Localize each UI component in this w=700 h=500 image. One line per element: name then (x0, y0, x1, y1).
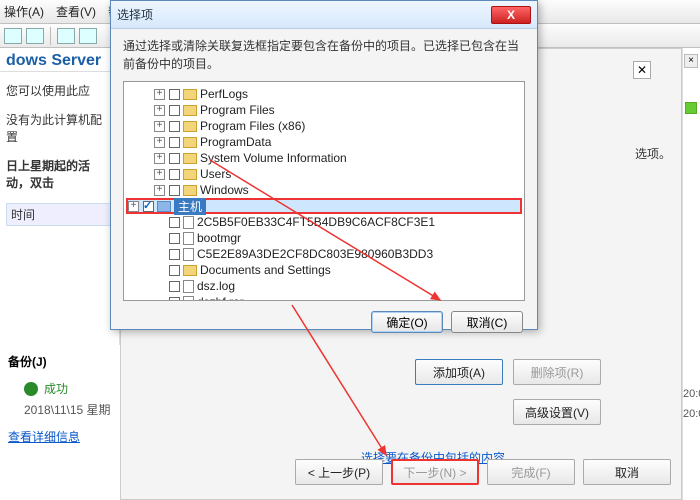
tree-item-windows[interactable]: +Windows (126, 182, 522, 198)
dialog-ok-button[interactable]: 确定(O) (371, 311, 443, 333)
items-tree[interactable]: +PerfLogs +Program Files +Program Files … (123, 81, 525, 301)
toolbar-separator (50, 27, 51, 45)
tree-item-hash2[interactable]: C5E2E89A3DE2CF8DC803E980960B3DD3 (126, 246, 522, 262)
prev-button[interactable]: < 上一步(P) (295, 459, 383, 485)
status-panel: 备份(J) 成功 2018\11\15 星期 查看详细信息 (0, 345, 120, 500)
tree-item-dszlog[interactable]: dsz.log (126, 278, 522, 294)
dialog-close-button[interactable]: X (491, 6, 531, 24)
time-header: 时间 (6, 203, 113, 226)
right-panel-sliver: × 20:09 20:09 (682, 48, 700, 500)
advanced-settings-button[interactable]: 高级设置(V) (513, 399, 601, 425)
tree-item-perflogs[interactable]: +PerfLogs (126, 86, 522, 102)
toolbar-icon-2[interactable] (26, 28, 44, 44)
wizard-close-icon[interactable]: ✕ (633, 61, 651, 79)
cancel-button[interactable]: 取消 (583, 459, 671, 485)
menu-action[interactable]: 操作(A) (4, 3, 44, 20)
next-button[interactable]: 下一步(N) > (391, 459, 479, 485)
menu-view[interactable]: 查看(V) (56, 3, 96, 20)
timestamp-1: 20:09 (683, 388, 700, 400)
console-title: dows Server (0, 48, 120, 72)
tree-item-selected-host[interactable]: +主机 (126, 198, 522, 214)
options-label: 选项。 (635, 145, 671, 162)
dialog-title-text: 选择项 (117, 6, 153, 23)
dialog-cancel-button[interactable]: 取消(C) (451, 311, 523, 333)
tree-item-dszbf[interactable]: dszbf.rar (126, 294, 522, 301)
dialog-titlebar[interactable]: 选择项 X (111, 1, 537, 29)
console-line-2: 没有为此计算机配置 (6, 111, 113, 145)
toolbar-icon-1[interactable] (4, 28, 22, 44)
select-items-dialog: 选择项 X 通过选择或清除关联复选框指定要包含在备份中的项目。已选择已包含在当前… (110, 0, 538, 330)
remove-item-button[interactable]: 删除项(R) (513, 359, 601, 385)
wizard-nav-buttons: < 上一步(P) 下一步(N) > 完成(F) 取消 (121, 459, 671, 485)
close-icon[interactable]: × (684, 54, 698, 68)
tree-item-programdata[interactable]: +ProgramData (126, 134, 522, 150)
view-details-link[interactable]: 查看详细信息 (8, 428, 112, 445)
console-line-1: 您可以使用此应 (6, 82, 113, 99)
status-date: 2018\11\15 星期 (24, 401, 112, 418)
dialog-button-row: 确定(O) 取消(C) (111, 307, 537, 337)
add-item-button[interactable]: 添加项(A) (415, 359, 503, 385)
finish-button[interactable]: 完成(F) (487, 459, 575, 485)
dialog-description: 通过选择或清除关联复选框指定要包含在备份中的项目。已选择已包含在当前备份中的项目… (111, 29, 537, 77)
tree-item-hash1[interactable]: 2C5B5F0EB33C4FT5B4DB9C6ACF8CF3E1 (126, 214, 522, 230)
tree-item-users[interactable]: +Users (126, 166, 522, 182)
tree-item-program-files[interactable]: +Program Files (126, 102, 522, 118)
status-header: 备份(J) (8, 353, 112, 370)
tree-item-program-files-x86[interactable]: +Program Files (x86) (126, 118, 522, 134)
toolbar-icon-3[interactable] (57, 28, 75, 44)
toolbar-icon-4[interactable] (79, 28, 97, 44)
app-icon (685, 102, 697, 114)
status-success: 成功 (24, 380, 112, 397)
console-line-3: 日上星期起的活动，双击 (6, 157, 113, 191)
tree-item-sysvolinfo[interactable]: +System Volume Information (126, 150, 522, 166)
tree-item-docs-settings[interactable]: Documents and Settings (126, 262, 522, 278)
timestamp-2: 20:09 (683, 408, 700, 420)
tree-item-bootmgr[interactable]: bootmgr (126, 230, 522, 246)
